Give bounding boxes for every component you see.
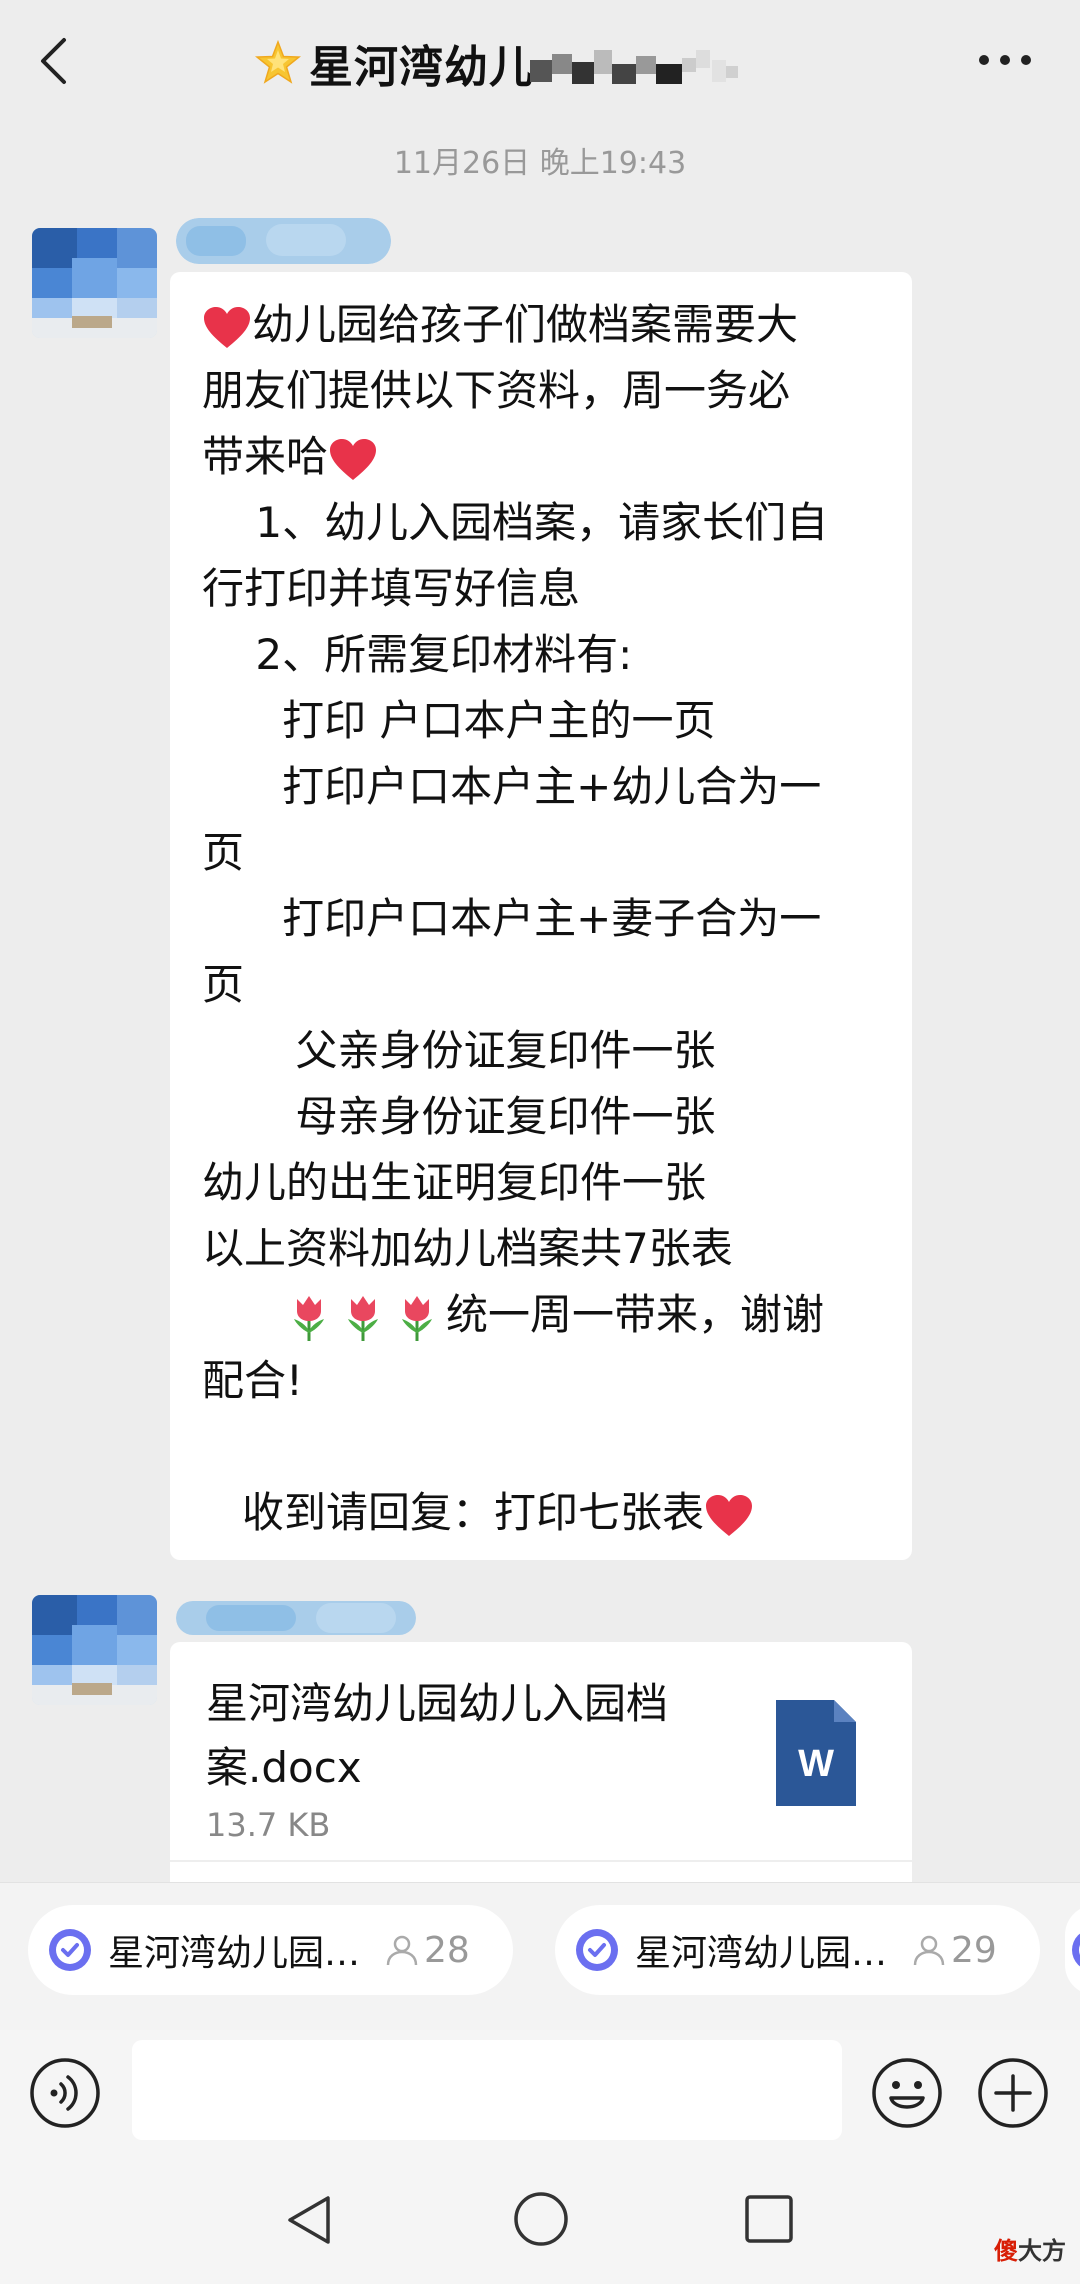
message-line-text: 幼儿园给孩子们做档案需要大 bbox=[252, 300, 799, 349]
file-name: 星河湾幼儿园幼儿入园档案.docx bbox=[206, 1679, 669, 1792]
chat-title: 星河湾幼儿 bbox=[255, 28, 534, 98]
tulip-icon bbox=[402, 1295, 432, 1341]
watermark-part: 傻 bbox=[994, 2237, 1018, 2265]
plus-more-icon[interactable] bbox=[976, 2056, 1050, 2130]
group-member-count: 29 bbox=[951, 1929, 997, 1971]
message-line: 统一周一带来，谢谢 bbox=[202, 1282, 880, 1348]
sender-avatar[interactable] bbox=[32, 1595, 157, 1705]
message-line-text: 收到请回复：打印七张表 bbox=[202, 1488, 705, 1537]
message-line: 朋友们提供以下资料，周一务必 bbox=[202, 366, 791, 415]
word-doc-icon: W bbox=[776, 1700, 856, 1806]
message-line: 页 bbox=[202, 828, 245, 877]
chevron-left-icon bbox=[41, 38, 66, 84]
message-line: 打印户口本户主+妻子合为一 bbox=[202, 894, 822, 943]
watermark: 傻大方 bbox=[994, 2231, 1066, 2266]
chat-header: 星河湾幼儿 bbox=[0, 0, 1080, 125]
member-count-icon bbox=[386, 1935, 418, 1966]
input-bar bbox=[0, 2030, 1080, 2150]
message-input[interactable] bbox=[132, 2040, 842, 2140]
back-button[interactable] bbox=[28, 28, 78, 94]
group-check-icon bbox=[576, 1929, 618, 1971]
message-bubble[interactable]: 幼儿园给孩子们做档案需要大 朋友们提供以下资料，周一务必 带来哈 1、幼儿入园档… bbox=[170, 272, 912, 1560]
group-card[interactable]: 星河湾幼儿园… 28 bbox=[28, 1905, 513, 1995]
message-timestamp: 11月26日 晚上19:43 bbox=[393, 146, 687, 181]
group-check-icon bbox=[1072, 1933, 1080, 1967]
message-line: 打印 户口本户主的一页 bbox=[202, 696, 716, 745]
message-line-text: 统一周一带来，谢谢 bbox=[446, 1290, 825, 1339]
message-line: 配合! bbox=[202, 1356, 303, 1405]
group-cards-strip: 星河湾幼儿园… 28 星河湾幼儿园… 29 bbox=[0, 1882, 1080, 2031]
message-line: 幼儿园给孩子们做档案需要大 bbox=[202, 292, 880, 358]
nav-home-icon[interactable] bbox=[512, 2190, 570, 2248]
message-line: 行打印并填写好信息 bbox=[202, 564, 581, 613]
message-line: 2、所需复印材料有: bbox=[202, 630, 633, 679]
sender-name-redacted bbox=[176, 1601, 416, 1635]
star-icon bbox=[255, 40, 301, 84]
message-line: 幼儿的出生证明复印件一张 bbox=[202, 1158, 707, 1207]
more-options-button[interactable] bbox=[970, 35, 1040, 85]
nav-recent-apps-icon[interactable] bbox=[742, 2192, 796, 2246]
nav-back-icon[interactable] bbox=[282, 2192, 338, 2248]
message-line: 1、幼儿入园档案，请家长们自 bbox=[202, 498, 829, 547]
sender-name-redacted bbox=[176, 218, 391, 264]
redacted-title-mosaic bbox=[530, 50, 738, 84]
heart-icon bbox=[204, 306, 250, 348]
group-card-partial[interactable] bbox=[1065, 1905, 1080, 1995]
group-member-count: 28 bbox=[424, 1929, 470, 1971]
group-check-icon bbox=[49, 1929, 91, 1971]
watermark-part: 大方 bbox=[1018, 2237, 1066, 2265]
word-doc-letter: W bbox=[798, 1743, 834, 1785]
file-message-card[interactable]: 星河湾幼儿园幼儿入园档案.docx 13.7 KB W bbox=[170, 1642, 912, 1882]
group-name: 星河湾幼儿园… bbox=[108, 1933, 361, 1974]
message-line: 母亲身份证复印件一张 bbox=[202, 1092, 716, 1141]
member-count-icon bbox=[913, 1935, 945, 1966]
message-line: 打印户口本户主+幼儿合为一 bbox=[202, 762, 822, 811]
message-line-text: 带来哈 bbox=[202, 432, 329, 481]
system-navigation-bar: 傻大方 bbox=[0, 2150, 1080, 2284]
group-name: 星河湾幼儿园… bbox=[635, 1933, 888, 1974]
file-card-divider bbox=[170, 1860, 912, 1862]
message-line: 页 bbox=[202, 960, 245, 1009]
emoji-picker-icon[interactable] bbox=[870, 2056, 944, 2130]
sender-avatar[interactable] bbox=[32, 228, 157, 338]
message-line: 带来哈 bbox=[202, 424, 880, 490]
group-card[interactable]: 星河湾幼儿园… 29 bbox=[555, 1905, 1040, 1995]
chat-title-text: 星河湾幼儿 bbox=[309, 42, 534, 93]
tulip-icon bbox=[294, 1295, 324, 1341]
message-line: 以上资料加幼儿档案共7张表 bbox=[202, 1224, 733, 1273]
message-line: 父亲身份证复印件一张 bbox=[202, 1026, 716, 1075]
heart-icon bbox=[330, 438, 377, 480]
tulip-icon bbox=[348, 1295, 378, 1341]
more-dots-icon bbox=[979, 55, 1031, 65]
message-line bbox=[202, 1414, 880, 1480]
file-size: 13.7 KB bbox=[206, 1806, 331, 1844]
voice-input-icon[interactable] bbox=[28, 2056, 102, 2130]
message-line: 收到请回复：打印七张表 bbox=[202, 1480, 880, 1546]
heart-icon bbox=[706, 1494, 753, 1536]
